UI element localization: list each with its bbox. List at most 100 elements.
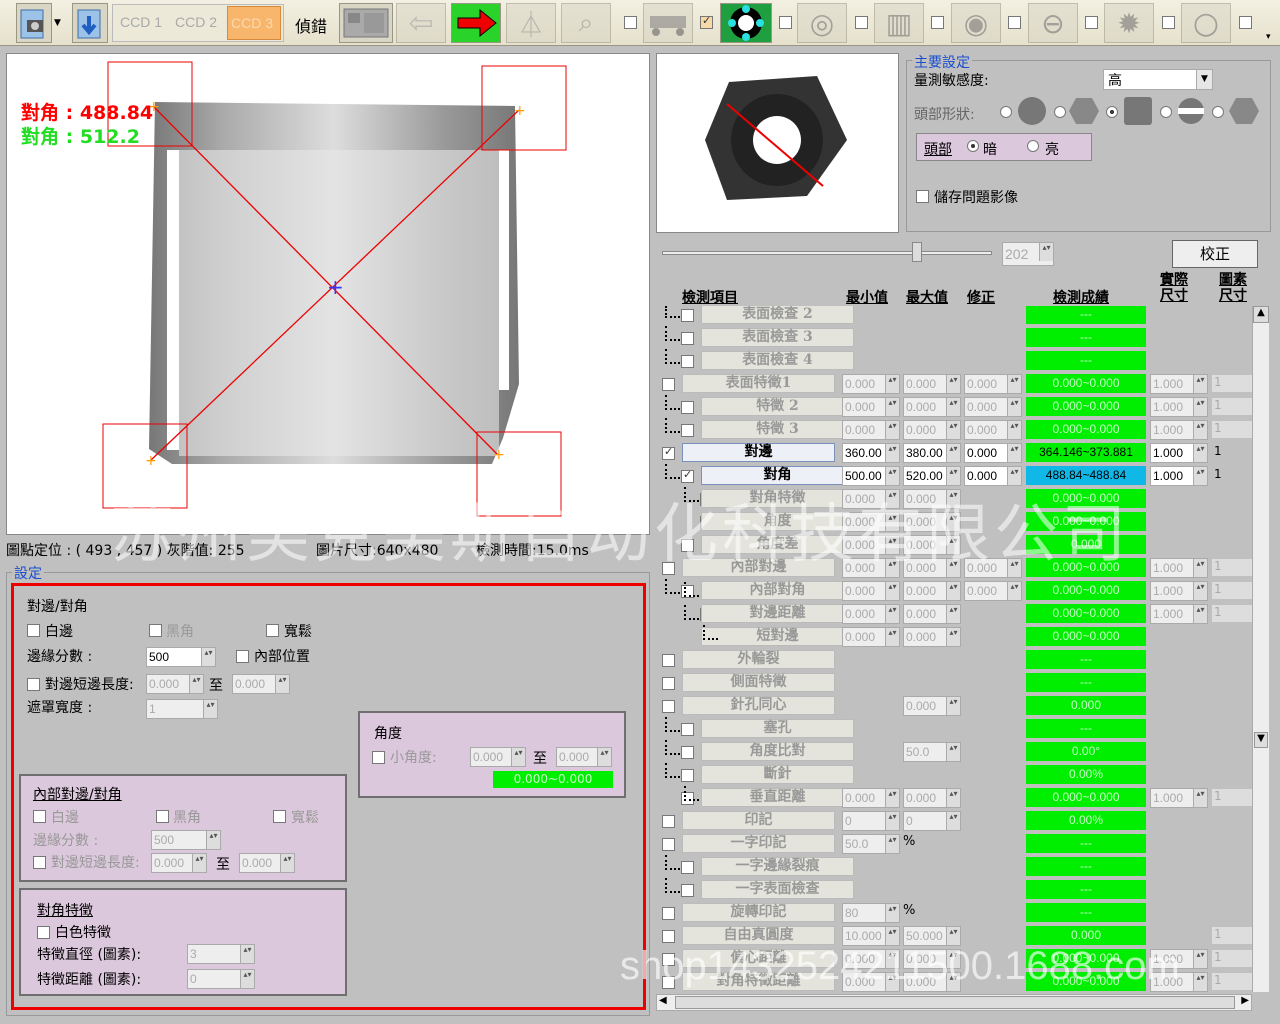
row-checkbox[interactable] [662,838,675,851]
save-problem-checkbox[interactable] [916,190,929,203]
row-item-button[interactable]: 特徵 3 [701,420,854,439]
checkbox-9[interactable] [1239,16,1252,29]
row-max-input[interactable]: 0.000 [903,420,961,440]
toolbar-overflow-icon[interactable]: ▾ [1266,32,1271,42]
row-max-input[interactable]: 0.000 [903,627,961,647]
threshold-input[interactable]: 202 [1002,242,1054,266]
shape-slot-radio[interactable] [1160,106,1175,121]
row-checkbox[interactable] [681,401,694,414]
row-max-input[interactable]: 0.000 [903,374,961,394]
loose-checkbox[interactable] [266,624,279,637]
row-item-button[interactable]: 自由真圓度 [682,926,835,945]
table-vscroll[interactable]: ▲ ▼ [1252,306,1269,992]
checkbox-2[interactable] [700,14,713,29]
dropdown-arrow-icon[interactable]: ▼ [54,18,61,28]
row-real-input[interactable]: 1.000 [1150,443,1208,463]
small-angle-checkbox[interactable] [372,751,385,764]
mask-width-input[interactable]: 1 [146,699,218,719]
checkbox-1[interactable] [624,16,637,29]
angle-max-input[interactable]: 0.000 [556,747,612,767]
row-real-input[interactable]: 1.000 [1150,604,1208,624]
row-fix-input[interactable]: 0.000 [964,420,1022,440]
row-checkbox[interactable] [662,378,675,391]
shape-round-radio[interactable] [1000,106,1015,121]
row-max-input[interactable]: 0.000 [903,696,961,716]
conveyor-button[interactable] [643,3,693,43]
row-min-input[interactable]: 80 [842,903,900,923]
row-item-button[interactable]: 旋轉印記 [682,903,835,922]
checkbox-5[interactable] [931,16,944,29]
row-checkbox[interactable] [681,468,694,483]
row-item-button[interactable]: 側面特徵 [682,673,835,692]
row-checkbox[interactable] [681,723,694,736]
row-max-input[interactable]: 50.000 [903,926,961,946]
row-min-input[interactable]: 0 [842,811,900,831]
row-item-button[interactable]: 印記 [682,811,835,830]
checkbox-8[interactable] [1162,16,1175,29]
row-real-input[interactable]: 1.000 [1150,466,1208,486]
thread-button[interactable]: ▥ [874,3,924,43]
row-real-input[interactable]: 1.000 [1150,788,1208,808]
threshold-slider-thumb[interactable] [912,242,922,262]
angle-min-input[interactable]: 0.000 [470,747,526,767]
calibrate-button[interactable]: 校正 [1172,240,1258,268]
checkbox-7[interactable] [1085,16,1098,29]
row-checkbox[interactable] [662,700,675,713]
row-min-input[interactable]: 0.000 [842,420,900,440]
sensitivity-select[interactable]: 高 ▼ [1103,69,1213,90]
inner-loose-checkbox[interactable] [273,810,286,823]
hscroll-thumb[interactable] [675,996,1235,1009]
row-max-input[interactable]: 0.000 [903,581,961,601]
nut-tool-button[interactable] [720,3,772,43]
row-item-button[interactable]: 針孔同心 [682,696,835,715]
row-checkbox[interactable] [681,884,694,897]
threshold-slider-track[interactable] [662,251,992,255]
inner-short-max-input[interactable]: 0.000 [239,853,295,873]
ccd2-button[interactable]: CCD 2 [175,14,217,30]
row-min-input[interactable]: 360.00 [842,443,900,463]
white-feature-checkbox[interactable] [37,926,50,939]
row-max-input[interactable]: 50.0 [903,742,961,762]
row-checkbox[interactable] [662,654,675,667]
row-checkbox[interactable] [662,815,675,828]
row-real-input[interactable]: 1.000 [1150,420,1208,440]
row-checkbox[interactable] [681,424,694,437]
row-min-input[interactable]: 50.0 [842,834,900,854]
row-max-input[interactable]: 380.00 [903,443,961,463]
scroll-down-icon[interactable]: ▼ [1254,732,1268,748]
socket-button[interactable]: ⊖ [1028,3,1078,43]
report-button[interactable] [339,3,393,43]
inspection-image[interactable]: + + + + + 對角 : 488.84 對角 : 512.2 [6,53,650,535]
ring-button[interactable]: ◉ [951,3,1001,43]
bright-radio[interactable] [1027,140,1042,155]
prev-button[interactable]: ⇦ [396,3,446,43]
zoom-button[interactable]: ⌕ [561,3,611,43]
row-max-input[interactable]: 0 [903,811,961,831]
ccd3-button[interactable]: CCD 3 [227,6,281,40]
row-max-input[interactable]: 0.000 [903,397,961,417]
row-checkbox[interactable] [681,746,694,759]
row-min-input[interactable]: 10.000 [842,926,900,946]
debug-button[interactable]: 偵錯 [295,13,327,37]
row-item-button[interactable]: 一字邊緣裂痕 [701,857,854,876]
row-item-button[interactable]: 對邊距離 [701,604,854,623]
white-edge-checkbox[interactable] [27,624,40,637]
row-checkbox[interactable] [662,907,675,920]
inner-score-input[interactable]: 500 [151,830,221,850]
row-item-button[interactable]: 斷針 [701,765,854,784]
row-item-button[interactable]: 表面檢查 2 [701,306,854,324]
row-min-input[interactable]: 0.000 [842,788,900,808]
row-max-input[interactable]: 0.000 [903,788,961,808]
checkbox-3[interactable] [779,16,792,29]
gear-button[interactable]: ✹ [1104,3,1154,43]
inner-position-checkbox[interactable] [236,650,249,663]
row-checkbox[interactable] [681,332,694,345]
scroll-up-icon[interactable]: ▲ [1253,306,1269,323]
row-real-input[interactable]: 1.000 [1150,374,1208,394]
shape-square-radio[interactable] [1106,106,1121,121]
row-checkbox[interactable] [681,861,694,874]
row-item-button[interactable]: 表面檢查 4 [701,351,854,370]
scroll-right-icon[interactable]: ▶ [1241,995,1249,1006]
open-folder-button[interactable] [72,3,108,43]
row-real-input[interactable]: 1.000 [1150,397,1208,417]
